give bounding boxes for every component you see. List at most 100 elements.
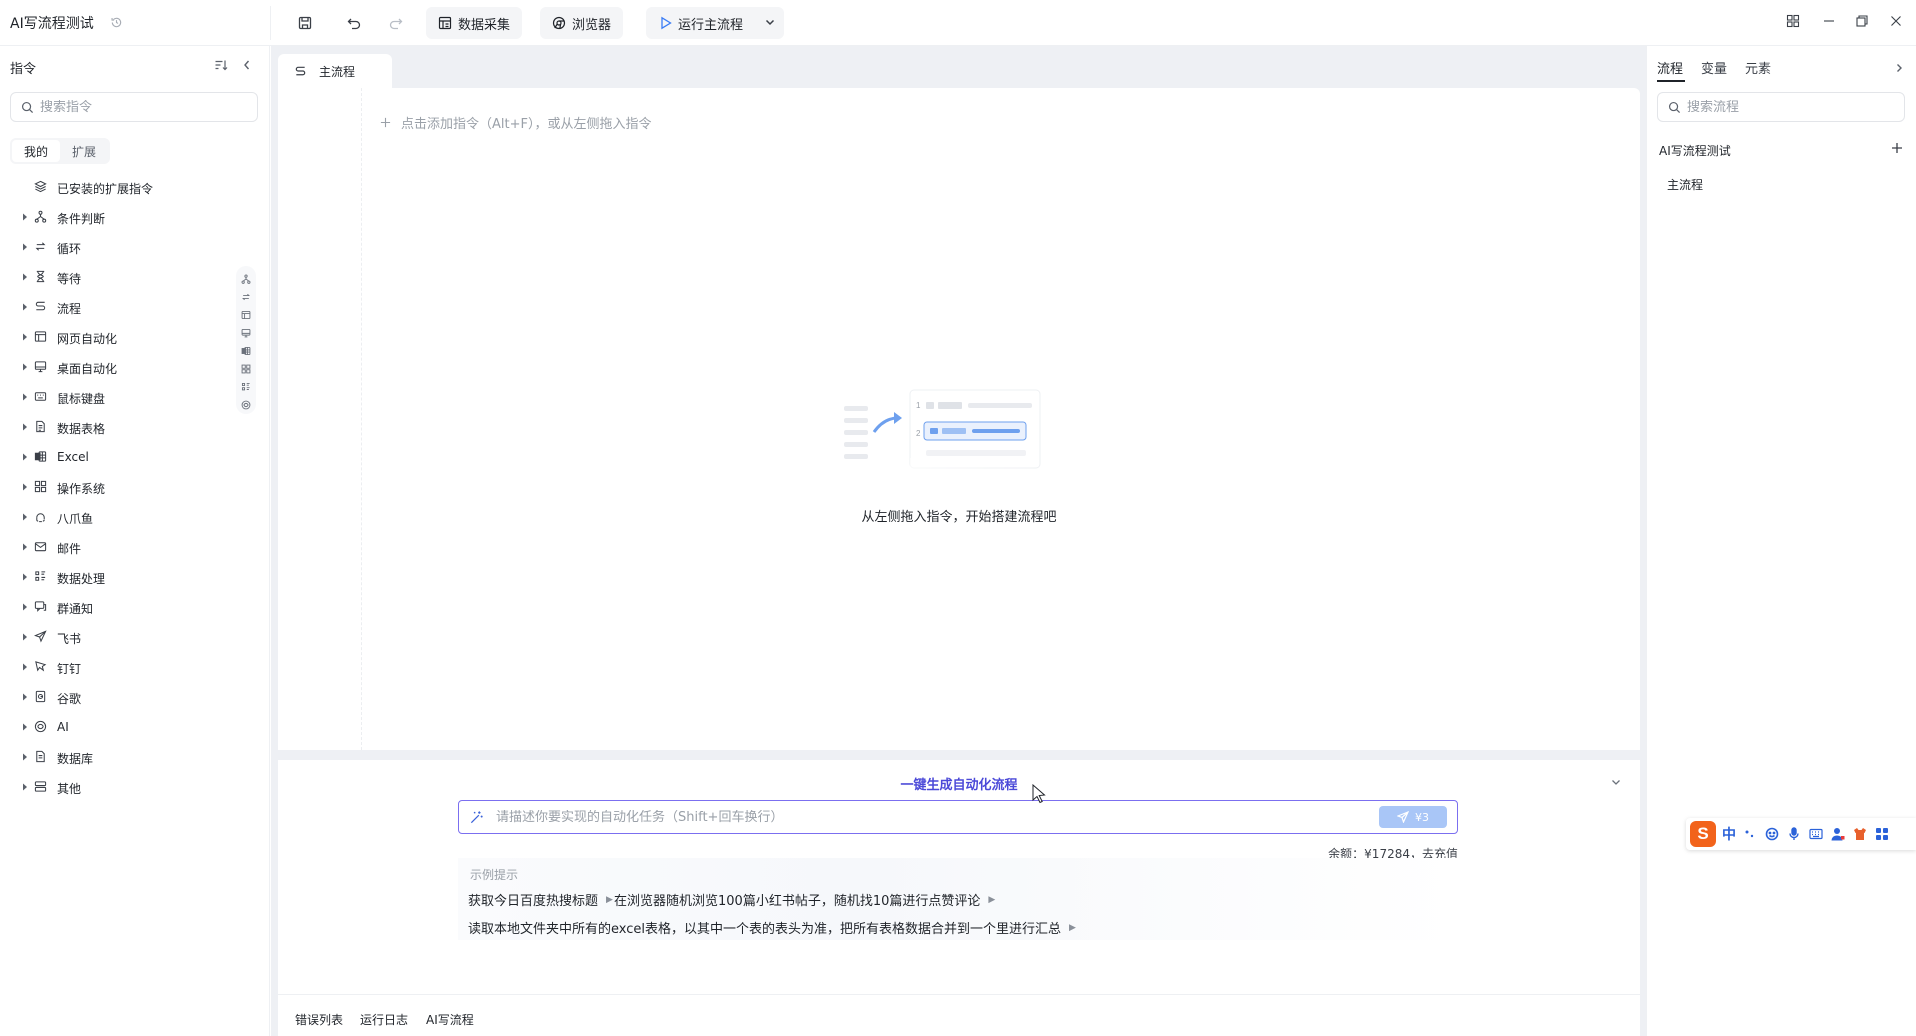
add-instruction-hint[interactable]: 点击添加指令（Alt+F），或从左侧拖入指令 bbox=[380, 113, 651, 132]
instruction-category[interactable]: 网页自动化 bbox=[0, 322, 236, 352]
caret-right-icon[interactable] bbox=[22, 483, 28, 491]
soft-keyboard-icon[interactable] bbox=[1808, 826, 1824, 842]
tab-mine[interactable]: 我的 bbox=[12, 140, 61, 162]
instruction-category[interactable]: 飞书 bbox=[0, 622, 236, 652]
instruction-category[interactable]: 循环 bbox=[0, 232, 236, 262]
instruction-category[interactable]: 条件判断 bbox=[0, 202, 236, 232]
desktop-icon[interactable] bbox=[240, 326, 252, 340]
tab-ai-flow[interactable]: AI写流程 bbox=[426, 1011, 474, 1028]
instruction-category[interactable]: 其他 bbox=[0, 772, 236, 802]
grid-icon[interactable] bbox=[240, 362, 252, 376]
tab-error-list[interactable]: 错误列表 bbox=[295, 1011, 343, 1028]
flow-panel: 流程 变量 元素 AI写流程测试 主流程 bbox=[1646, 46, 1916, 1036]
instruction-category[interactable]: 流程 bbox=[0, 292, 236, 322]
sogou-logo-icon[interactable]: S bbox=[1690, 821, 1716, 847]
caret-right-icon[interactable] bbox=[22, 723, 28, 731]
caret-right-icon[interactable] bbox=[22, 213, 28, 221]
chevron-down-icon[interactable] bbox=[1610, 776, 1622, 788]
caret-right-icon[interactable] bbox=[22, 393, 28, 401]
collapse-panel-icon[interactable] bbox=[240, 58, 254, 72]
ai-prompt-box[interactable]: ¥3 bbox=[458, 800, 1458, 834]
example-prompt[interactable]: 读取本地文件夹中所有的excel表格，以其中一个表的表头为准，把所有表格数据合并… bbox=[468, 918, 1076, 937]
mail-icon bbox=[34, 540, 47, 553]
ai-icon[interactable] bbox=[240, 398, 252, 412]
ime-language-toggle[interactable]: 中 bbox=[1722, 824, 1736, 844]
instruction-category[interactable]: 数据表格 bbox=[0, 412, 236, 442]
instruction-category[interactable]: 桌面自动化 bbox=[0, 352, 236, 382]
instruction-category[interactable]: 邮件 bbox=[0, 532, 236, 562]
data-process-icon[interactable] bbox=[240, 380, 252, 394]
instruction-category[interactable]: 鼠标键盘 bbox=[0, 382, 236, 412]
caret-right-icon[interactable] bbox=[22, 663, 28, 671]
apps-grid-icon[interactable] bbox=[1786, 14, 1800, 28]
ai-send-button[interactable]: ¥3 bbox=[1379, 806, 1447, 828]
caret-right-icon[interactable] bbox=[22, 273, 28, 281]
close-icon[interactable] bbox=[1889, 14, 1903, 28]
ai-prompt-input[interactable] bbox=[496, 809, 1376, 825]
run-main-flow-button[interactable]: 运行主流程 bbox=[646, 7, 784, 39]
instruction-search-input[interactable] bbox=[40, 99, 220, 115]
caret-right-icon[interactable] bbox=[22, 783, 28, 791]
tab-flows[interactable]: 流程 bbox=[1657, 58, 1683, 77]
instruction-category[interactable]: 数据处理 bbox=[0, 562, 236, 592]
instruction-category[interactable]: 八爪鱼 bbox=[0, 502, 236, 532]
microphone-icon[interactable] bbox=[1786, 826, 1802, 842]
instruction-category[interactable]: 等待 bbox=[0, 262, 236, 292]
browser-button[interactable]: 浏览器 bbox=[540, 7, 624, 39]
punctuation-icon[interactable] bbox=[1742, 826, 1758, 842]
emoji-icon[interactable] bbox=[1764, 826, 1780, 842]
instruction-category[interactable]: 钉钉 bbox=[0, 652, 236, 682]
caret-right-icon[interactable] bbox=[22, 543, 28, 551]
caret-right-icon[interactable] bbox=[22, 423, 28, 431]
caret-right-icon[interactable] bbox=[22, 363, 28, 371]
caret-right-icon[interactable] bbox=[22, 603, 28, 611]
sort-icon[interactable] bbox=[214, 58, 228, 72]
minimize-icon[interactable] bbox=[1822, 14, 1836, 28]
instruction-category[interactable]: 谷歌 bbox=[0, 682, 236, 712]
tab-extensions[interactable]: 扩展 bbox=[60, 140, 108, 162]
caret-right-icon[interactable] bbox=[22, 303, 28, 311]
toolbox-icon[interactable] bbox=[1874, 826, 1890, 842]
flow-canvas[interactable]: 点击添加指令（Alt+F），或从左侧拖入指令 1 2 从左侧拖入指令，开始搭建流… bbox=[278, 88, 1640, 750]
tab-run-log[interactable]: 运行日志 bbox=[360, 1011, 408, 1028]
flow-list-item[interactable]: 主流程 bbox=[1667, 176, 1703, 193]
tab-elements[interactable]: 元素 bbox=[1745, 58, 1771, 77]
instruction-category[interactable]: 数据库 bbox=[0, 742, 236, 772]
skin-icon[interactable] bbox=[1852, 826, 1868, 842]
instruction-category[interactable]: 群通知 bbox=[0, 592, 236, 622]
web-page-icon[interactable] bbox=[240, 308, 252, 322]
tab-main-flow[interactable]: 主流程 bbox=[278, 54, 392, 88]
caret-right-icon[interactable] bbox=[22, 243, 28, 251]
instruction-category[interactable]: AI bbox=[0, 712, 236, 742]
ai-send-cost: ¥3 bbox=[1415, 810, 1429, 824]
undo-icon[interactable] bbox=[342, 11, 366, 35]
flow-search-input[interactable] bbox=[1687, 99, 1867, 115]
caret-right-icon[interactable] bbox=[22, 573, 28, 581]
redo-icon[interactable] bbox=[384, 11, 408, 35]
instruction-category[interactable]: Excel bbox=[0, 442, 236, 472]
instruction-category[interactable]: 操作系统 bbox=[0, 472, 236, 502]
restore-icon[interactable] bbox=[1855, 14, 1869, 28]
history-icon[interactable] bbox=[110, 16, 123, 29]
caret-right-icon[interactable] bbox=[22, 633, 28, 641]
caret-right-icon[interactable] bbox=[22, 693, 28, 701]
example-prompt[interactable]: 在浏览器随机浏览100篇小红书帖子，随机找10篇进行点赞评论 ▶ bbox=[614, 890, 995, 909]
instruction-search-box[interactable] bbox=[10, 92, 258, 122]
tab-variables[interactable]: 变量 bbox=[1701, 58, 1727, 77]
branch-icon[interactable] bbox=[240, 272, 252, 286]
add-flow-icon[interactable] bbox=[1891, 142, 1903, 154]
chevron-right-icon[interactable] bbox=[1893, 62, 1905, 74]
caret-right-icon[interactable] bbox=[22, 453, 28, 461]
excel-icon[interactable] bbox=[240, 344, 252, 358]
caret-right-icon[interactable] bbox=[22, 333, 28, 341]
instruction-category[interactable]: 已安装的扩展指令 bbox=[0, 172, 236, 202]
chevron-down-icon[interactable] bbox=[764, 16, 776, 28]
data-collect-button[interactable]: 数据采集 bbox=[426, 7, 523, 39]
example-prompt[interactable]: 获取今日百度热搜标题 ▶ bbox=[468, 890, 613, 909]
caret-right-icon[interactable] bbox=[22, 513, 28, 521]
user-center-icon[interactable] bbox=[1830, 826, 1846, 842]
loop-icon[interactable] bbox=[240, 290, 252, 304]
flow-search-box[interactable] bbox=[1657, 92, 1905, 122]
caret-right-icon[interactable] bbox=[22, 753, 28, 761]
save-icon[interactable] bbox=[293, 11, 317, 35]
